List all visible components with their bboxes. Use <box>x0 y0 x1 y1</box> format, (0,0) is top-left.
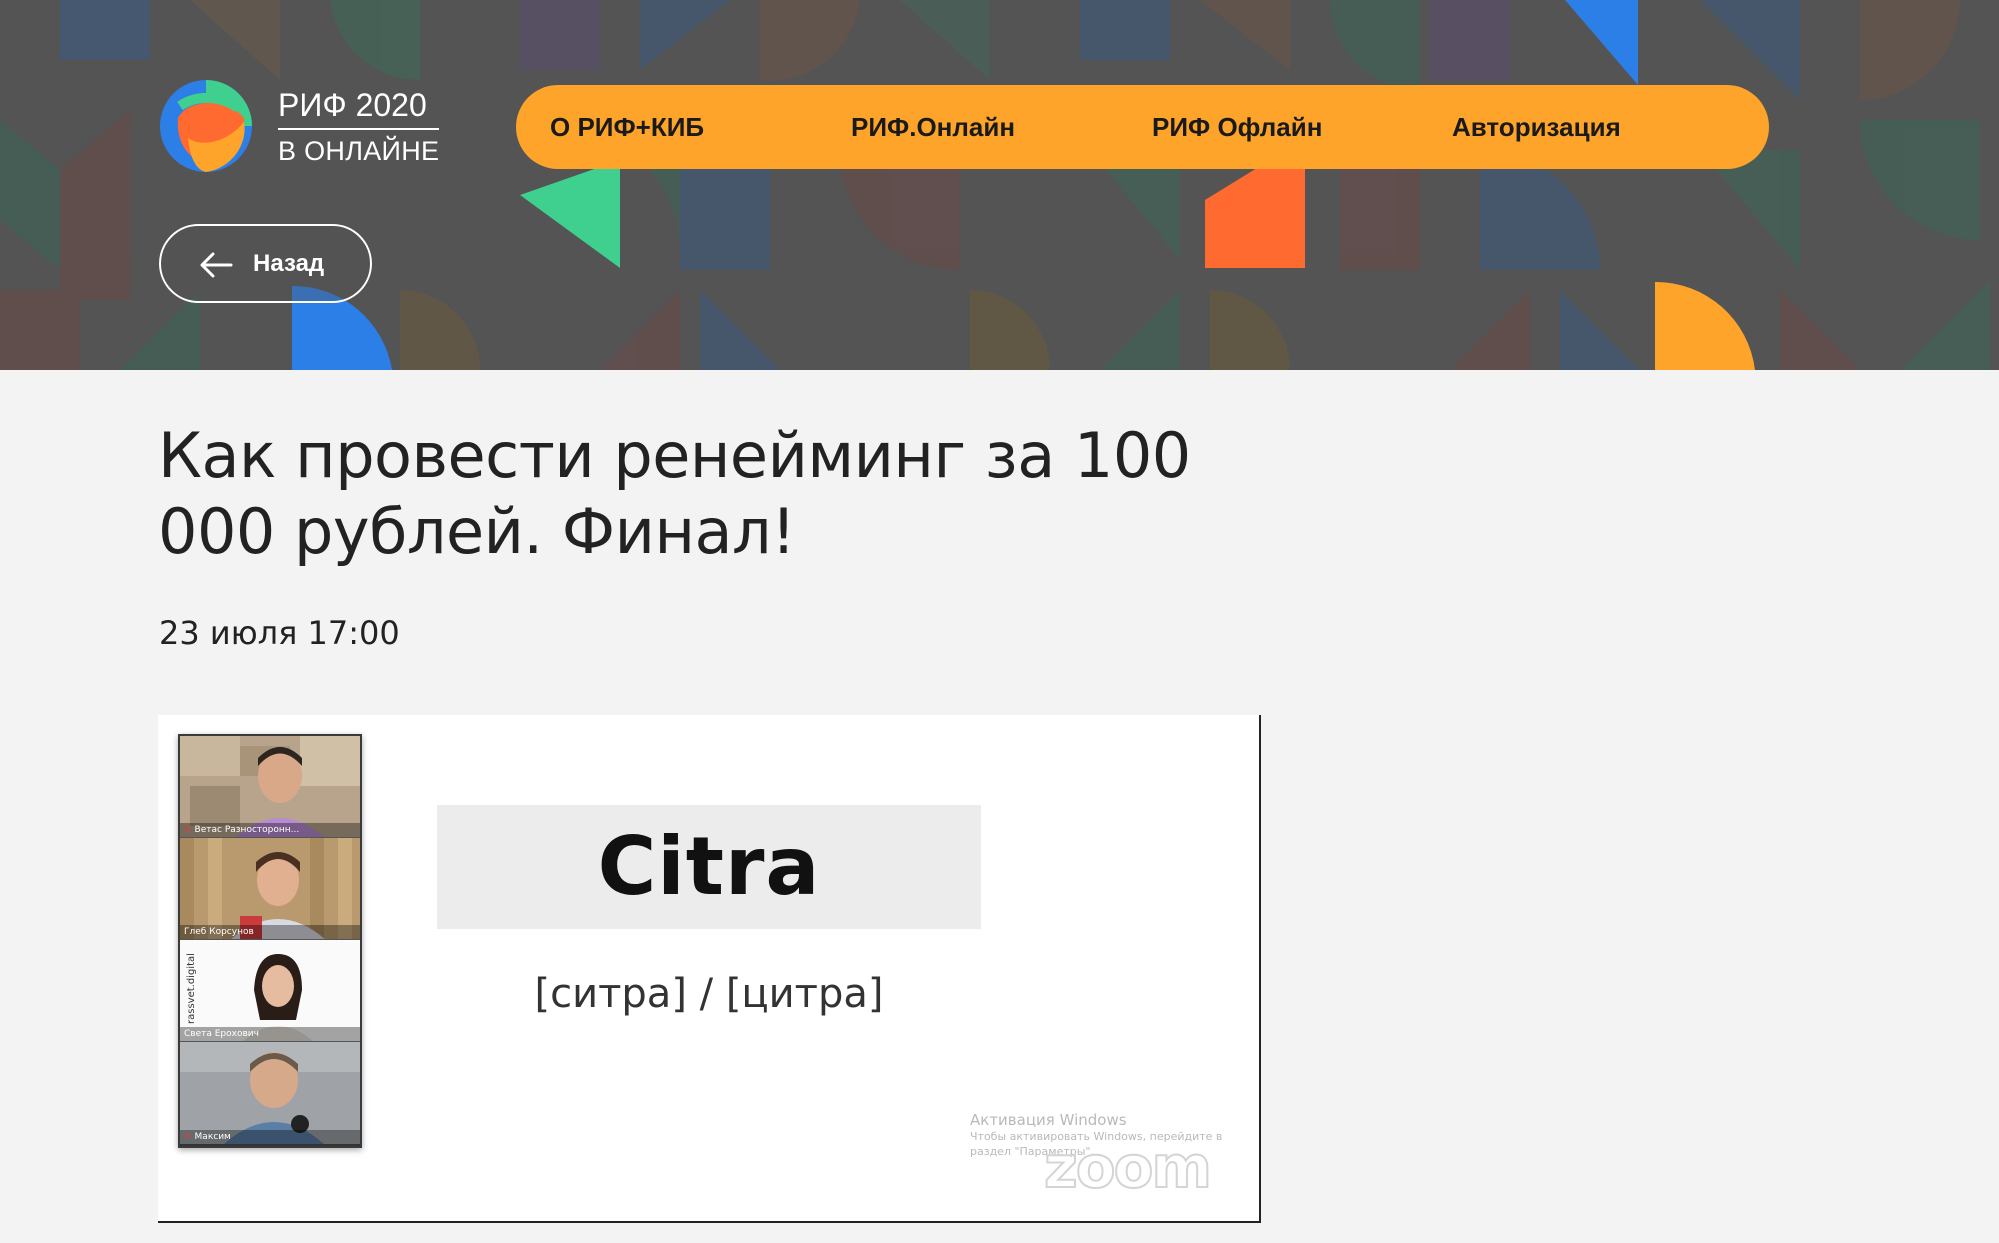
mic-muted-icon: ✕ <box>184 825 192 835</box>
watermark-title: Активация Windows <box>970 1111 1127 1129</box>
participant-video <box>180 1042 360 1144</box>
participant-name: Глеб Корсунов <box>180 925 360 939</box>
main-navbar: О РИФ+КИБ РИФ.Онлайн РИФ Офлайн Авториза… <box>516 85 1769 169</box>
slide-title: Citra <box>597 820 821 913</box>
nav-item-login[interactable]: Авторизация <box>1452 85 1621 169</box>
back-button[interactable]: Назад <box>159 224 372 303</box>
nav-item-online[interactable]: РИФ.Онлайн <box>851 85 1015 169</box>
header-pattern <box>0 0 1990 370</box>
mic-muted-icon: ✕ <box>184 1132 192 1142</box>
header: РИФ 2020 В ОНЛАЙНЕ О РИФ+КИБ РИФ.Онлайн … <box>0 0 1999 370</box>
participant-name: Света Ерохович <box>180 1027 360 1041</box>
video-player[interactable]: ✕ Ветас Разносторонн... Глеб Корсунов ra… <box>158 715 1261 1223</box>
logo-line2: В ОНЛАЙНЕ <box>278 135 440 166</box>
arrow-left-icon <box>200 252 233 278</box>
company-label: rassvet.digital <box>186 953 197 1024</box>
participant-tile: ✕ Максим <box>180 1042 360 1144</box>
participant-name-text: Максим <box>194 1132 231 1142</box>
participant-tile: rassvet.digital Света Ерохович <box>180 940 360 1042</box>
nav-item-offline[interactable]: РИФ Офлайн <box>1152 85 1322 169</box>
event-datetime: 23 июля 17:00 <box>159 614 400 652</box>
page-title: Как провести ренейминг за 100 000 рублей… <box>158 419 1191 568</box>
participant-name-text: Ветас Разносторонн... <box>194 825 300 835</box>
back-button-label: Назад <box>253 250 325 277</box>
logo-mark-icon <box>160 80 252 172</box>
zoom-logo: zoom <box>1043 1132 1213 1202</box>
slide-pronunciation: [ситра] / [цитра] <box>534 971 884 1017</box>
logo-text: РИФ 2020 В ОНЛАЙНЕ <box>278 87 440 166</box>
participants-panel: ✕ Ветас Разносторонн... Глеб Корсунов ra… <box>178 734 362 1148</box>
logo-line1: РИФ 2020 <box>278 87 440 130</box>
participant-tile: ✕ Ветас Разносторонн... <box>180 736 360 838</box>
nav-item-about[interactable]: О РИФ+КИБ <box>550 85 704 169</box>
participant-name: ✕ Ветас Разносторонн... <box>180 823 360 837</box>
site-logo[interactable]: РИФ 2020 В ОНЛАЙНЕ <box>158 78 440 174</box>
slide-title-box: Citra <box>437 805 981 929</box>
participant-tile: Глеб Корсунов <box>180 838 360 940</box>
participant-name: ✕ Максим <box>180 1130 360 1144</box>
